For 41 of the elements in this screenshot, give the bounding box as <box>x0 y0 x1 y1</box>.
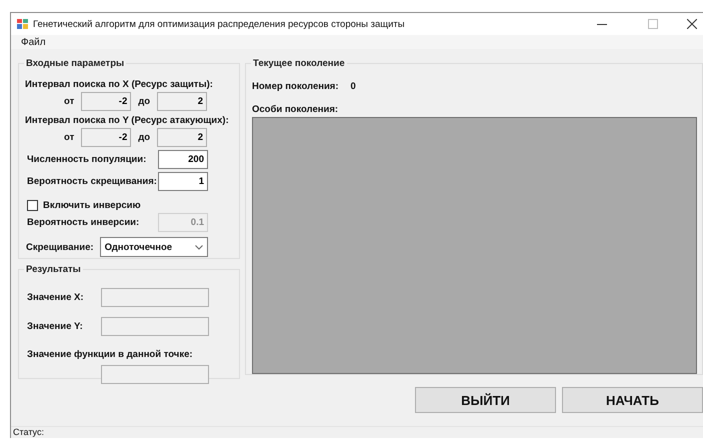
input-field[interactable]: -2 <box>81 92 132 111</box>
status-label: Статус: <box>13 427 45 437</box>
field-label: Включить инверсию <box>43 200 141 211</box>
action-button[interactable]: ВЫЙТИ <box>415 387 556 413</box>
dropdown[interactable]: Одноточечное <box>100 237 208 257</box>
field-label: от <box>64 96 74 107</box>
individuals-list[interactable] <box>252 117 697 374</box>
field-label: Значение Y: <box>27 321 84 332</box>
window-title: Генетический алгоритм для оптимизация распределения ресурсов стороны защиты <box>33 18 405 30</box>
menu-item[interactable]: Файл <box>21 36 46 48</box>
field-label: Номер поколения: <box>252 81 339 92</box>
field-label: Вероятность инверсии: <box>27 217 140 228</box>
action-button[interactable]: НАЧАТЬ <box>562 387 703 413</box>
input-field[interactable]: 2 <box>157 128 208 147</box>
input-field[interactable]: 1 <box>158 172 208 191</box>
field-label: от <box>64 132 74 143</box>
app-icon <box>17 19 28 29</box>
checkbox[interactable] <box>27 200 38 211</box>
field-label: Скрещивание: <box>26 242 94 252</box>
input-field[interactable] <box>101 365 209 384</box>
input-field[interactable]: -2 <box>81 128 132 147</box>
group-title: Входные параметры <box>24 57 126 70</box>
field-label: Значение функции в данной точке: <box>27 349 193 360</box>
field-label: Вероятность скрещивания: <box>27 176 158 187</box>
field-label: до <box>138 132 150 143</box>
field-label: Интервал поиска по X (Ресурс защиты): <box>25 79 213 90</box>
input-field[interactable]: 200 <box>158 150 208 169</box>
input-field[interactable]: 2 <box>157 92 208 111</box>
field-label: Значение X: <box>27 292 85 303</box>
field-label: Особи поколения: <box>252 104 340 115</box>
input-field[interactable] <box>101 317 209 336</box>
group-title: Текущее поколение <box>251 57 347 70</box>
field-label: до <box>138 96 150 107</box>
generation-number: 0 <box>350 81 356 92</box>
input-field[interactable] <box>101 288 209 307</box>
caret-icon <box>194 244 203 250</box>
close-icon[interactable] <box>687 19 697 29</box>
field-label: Интервал поиска по Y (Ресурс атакующих): <box>25 115 229 126</box>
maximize-icon[interactable] <box>648 19 658 29</box>
field-label: Численность популяции: <box>27 154 148 165</box>
group-title: Результаты <box>24 263 83 276</box>
